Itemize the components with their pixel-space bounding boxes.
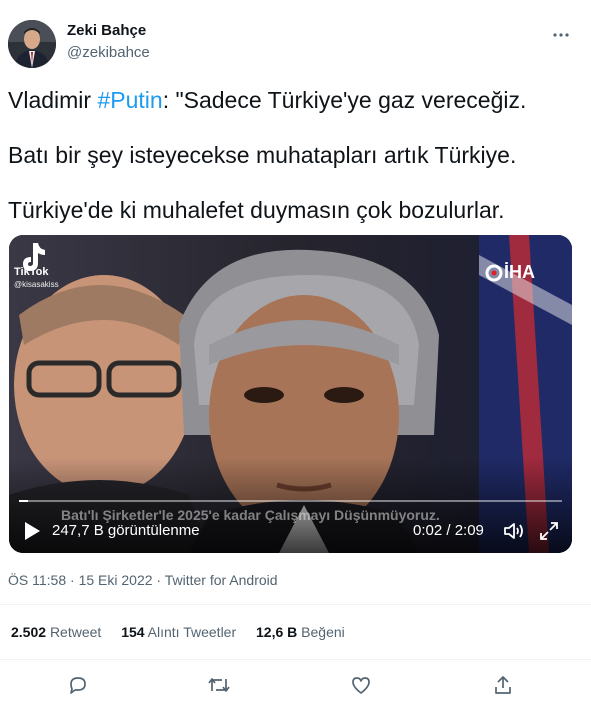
tweet-line-1-suffix: : "Sadece Türkiye'ye gaz vereceğiz. xyxy=(162,87,527,113)
tweet-meta: ÖS 11:58 · 15 Eki 2022 · Twitter for And… xyxy=(8,572,278,588)
like-label: Beğeni xyxy=(301,624,345,640)
volume-icon[interactable] xyxy=(503,521,525,541)
tiktok-user: @kisasakiss xyxy=(14,280,59,289)
fullscreen-icon[interactable] xyxy=(539,521,559,541)
view-count: 247,7 B görüntülenme xyxy=(52,522,200,539)
retweet-icon[interactable] xyxy=(204,670,234,700)
like-stat[interactable]: 12,6 B Beğeni xyxy=(256,624,345,640)
author-handle[interactable]: @zekibahce xyxy=(67,44,150,61)
retweet-count: 2.502 xyxy=(11,624,47,640)
tweet-source[interactable]: Twitter for Android xyxy=(165,572,278,588)
author-name[interactable]: Zeki Bahçe xyxy=(67,22,146,39)
tweet-line-1-prefix: Vladimir xyxy=(8,87,98,113)
video-progress-bar[interactable] xyxy=(19,500,562,502)
iha-logo-text: İHA xyxy=(504,262,535,282)
meta-separator: · xyxy=(70,572,79,588)
tweet-date[interactable]: 15 Eki 2022 xyxy=(79,572,153,588)
meta-separator: · xyxy=(156,572,165,588)
iha-circle-icon xyxy=(485,264,503,281)
video-player[interactable]: TikTok @kisasakiss İHA Batı'lı Şirketler… xyxy=(9,235,572,553)
tiktok-label: TikTok xyxy=(14,266,49,278)
tweet-stats: 2.502 Retweet 154 Alıntı Tweetler 12,6 B… xyxy=(11,624,361,640)
tweet-line-3: Türkiye'de ki muhalefet duymasın çok boz… xyxy=(8,197,505,223)
tweet-time[interactable]: ÖS 11:58 xyxy=(8,572,66,588)
retweet-label: Retweet xyxy=(49,624,102,640)
avatar[interactable] xyxy=(8,20,56,68)
video-subtitle: Batı'lı Şirketler'le 2025'e kadar Çalışm… xyxy=(61,507,440,523)
reply-icon[interactable] xyxy=(63,670,93,700)
play-icon[interactable] xyxy=(23,521,41,541)
divider xyxy=(0,604,591,605)
tweet-line-1: Vladimir #Putin: "Sadece Türkiye'ye gaz … xyxy=(8,86,583,114)
video-progress-fill xyxy=(19,500,28,502)
quote-stat[interactable]: 154 Alıntı Tweetler xyxy=(121,624,236,640)
more-icon[interactable] xyxy=(553,22,569,43)
avatar-image xyxy=(8,20,56,68)
share-icon[interactable] xyxy=(488,670,518,700)
tweet: Zeki Bahçe @zekibahce Vladimir #Putin: "… xyxy=(0,0,591,713)
hashtag-link[interactable]: #Putin xyxy=(97,87,162,113)
divider xyxy=(0,659,591,660)
action-bar xyxy=(0,670,591,700)
retweet-stat[interactable]: 2.502 Retweet xyxy=(11,624,101,640)
heart-icon[interactable] xyxy=(346,670,376,700)
iha-logo: İHA xyxy=(485,262,535,283)
tweet-line-2: Batı bir şey isteyecekse muhatapları art… xyxy=(8,142,517,168)
quote-label: Alıntı Tweetler xyxy=(147,624,237,640)
quote-count: 154 xyxy=(121,624,145,640)
video-time: 0:02 / 2:09 xyxy=(413,522,484,539)
like-count: 12,6 B xyxy=(256,624,298,640)
tweet-text: Vladimir #Putin: "Sadece Türkiye'ye gaz … xyxy=(8,86,583,251)
